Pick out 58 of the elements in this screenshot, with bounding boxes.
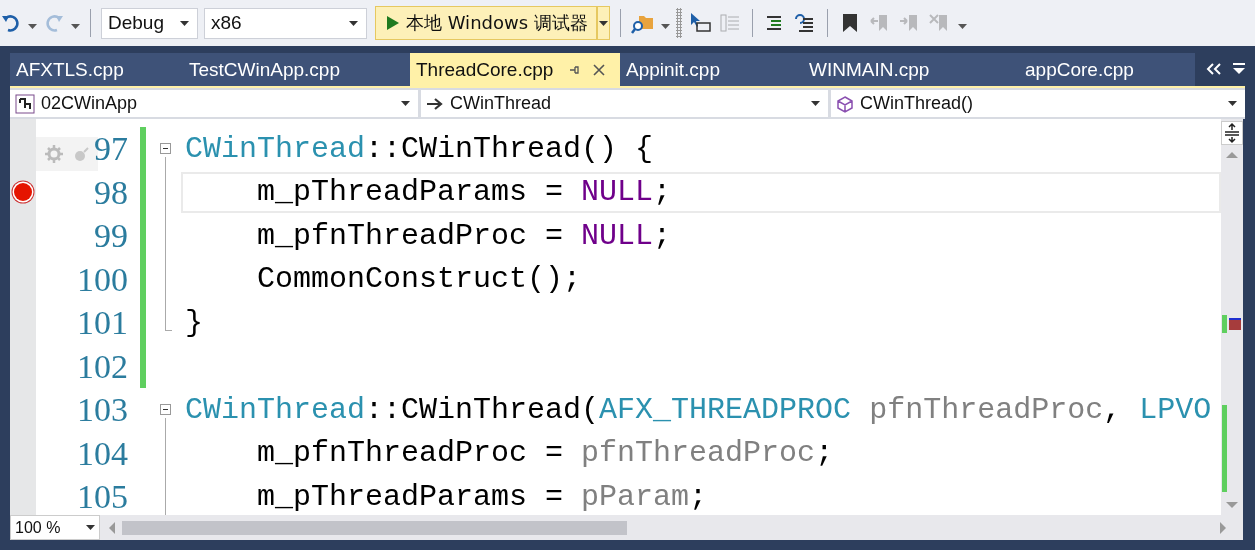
line-number: 105 (77, 478, 128, 515)
code-line: CWinThread::CWinThread(AFX_THREADPROC pfnThreadProc, LPVO (185, 392, 1212, 427)
cube-icon (836, 94, 854, 113)
file-tab[interactable]: AFXTLS.cpp (10, 53, 175, 86)
scroll-tabs-icon[interactable] (1205, 62, 1223, 76)
code-line: } (185, 305, 203, 340)
caret-icon[interactable] (1228, 101, 1237, 106)
code-line: CWinThread::CWinThread() { (185, 131, 654, 166)
caret-icon[interactable] (71, 23, 80, 29)
caret-icon[interactable] (349, 20, 358, 26)
collapse-icon[interactable] (160, 143, 171, 154)
file-tab[interactable]: appCore.cpp (995, 53, 1180, 86)
line-number: 102 (77, 347, 128, 385)
arrow-icon (426, 96, 444, 111)
line-number: 103 (77, 391, 128, 428)
caret-icon[interactable] (957, 23, 967, 29)
project-icon (15, 93, 35, 114)
caret-icon[interactable] (660, 23, 670, 29)
file-tab[interactable]: Appinit.cpp (620, 53, 795, 86)
scope-dropdown[interactable]: CWinThread (421, 90, 828, 117)
code-line: m_pfnThreadProc = NULL; (256, 218, 672, 253)
split-icon[interactable] (1221, 121, 1243, 145)
play-icon (386, 15, 400, 31)
code-line: CommonConstruct(); (256, 262, 582, 297)
tab-list-icon[interactable] (1231, 62, 1247, 76)
caret-icon[interactable] (28, 23, 37, 29)
vertical-scrollbar[interactable] (1221, 119, 1243, 515)
file-tab[interactable]: TestCWinApp.cpp (175, 53, 410, 86)
start-debugging-button[interactable]: 本地 Windows 调试器 (375, 6, 597, 40)
change-marker (1222, 315, 1227, 333)
caret-icon[interactable] (598, 20, 608, 26)
close-icon[interactable] (591, 61, 608, 78)
line-number: 101 (77, 304, 128, 341)
platform-dropdown[interactable]: x86 (204, 7, 367, 39)
project-dropdown[interactable]: 02CWinApp (10, 90, 418, 117)
caret-icon[interactable] (401, 101, 410, 106)
file-tab[interactable]: ThreadCore.cpp (410, 53, 620, 86)
code-line: m_pThreadParams = pParam; (256, 479, 708, 514)
code-line: m_pfnThreadProc = pfnThreadProc; (256, 436, 834, 471)
line-number: 100 (77, 260, 128, 298)
toolbar-gripper-icon[interactable] (675, 8, 682, 38)
caret-icon[interactable] (811, 101, 820, 106)
line-number: 99 (94, 217, 128, 254)
line-number: 97 (94, 130, 128, 167)
undo-icon[interactable] (0, 12, 22, 34)
breakpoint-icon[interactable] (14, 183, 32, 202)
caret-icon[interactable] (86, 525, 95, 530)
caret-position-marker (1229, 318, 1241, 330)
caret-icon[interactable] (180, 20, 189, 26)
tab-strip-background (1180, 53, 1195, 86)
line-number: 98 (94, 173, 128, 211)
line-number: 104 (77, 434, 128, 472)
zoom-dropdown[interactable]: 100 % (10, 515, 100, 540)
code-line: m_pThreadParams = NULL; (256, 175, 672, 210)
collapse-icon[interactable] (160, 404, 171, 415)
file-tab[interactable]: WINMAIN.cpp (795, 53, 995, 86)
configuration-dropdown[interactable]: Debug (101, 7, 198, 39)
member-dropdown[interactable]: CWinThread() (831, 90, 1245, 117)
